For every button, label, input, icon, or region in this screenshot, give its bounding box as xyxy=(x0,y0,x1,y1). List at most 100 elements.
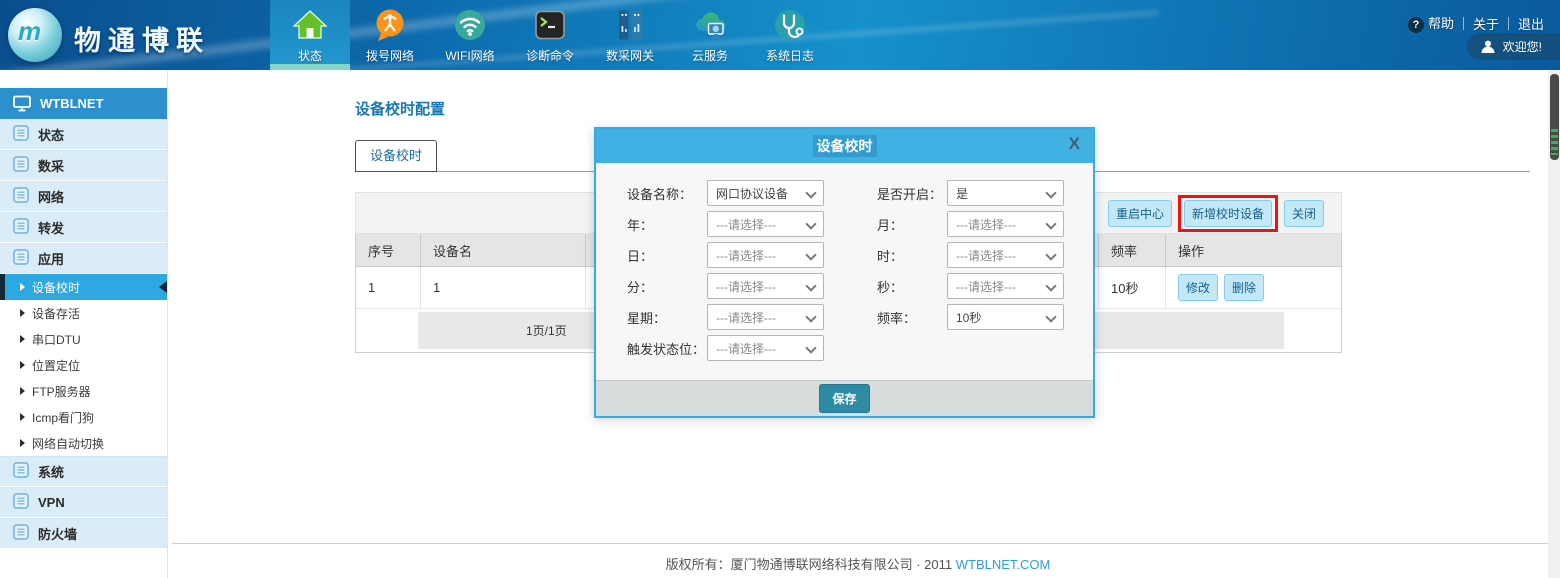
triangle-icon xyxy=(20,309,25,317)
sidebar-item-network[interactable]: 网络 xyxy=(0,181,167,212)
sidebar-subitem-network-switch[interactable]: 网络自动切换 xyxy=(0,430,167,456)
device-name-select[interactable]: 网口协议设备 xyxy=(707,180,824,206)
nav-item-cloud-service[interactable]: 云服务 xyxy=(670,0,750,70)
sidebar-item-system[interactable]: 系统 xyxy=(0,456,167,487)
week-select[interactable]: ---请选择--- xyxy=(707,304,824,330)
year-select[interactable]: ---请选择--- xyxy=(707,211,824,237)
stethoscope-icon xyxy=(772,5,808,45)
sidebar-item-label: 应用 xyxy=(38,249,64,268)
nav-item-data-gateway[interactable]: 数采网关 xyxy=(590,0,670,70)
sidebar-subitem-ftp-server[interactable]: FTP服务器 xyxy=(0,378,167,404)
selected-value: ---请选择--- xyxy=(716,340,776,357)
day-label: 日： xyxy=(627,246,707,265)
wifi-icon xyxy=(452,5,488,45)
hour-select[interactable]: ---请选择--- xyxy=(947,242,1064,268)
grid-icon xyxy=(13,249,29,268)
day-select[interactable]: ---请选择--- xyxy=(707,242,824,268)
sidebar-title: WTBLNET xyxy=(40,96,104,111)
grid-icon xyxy=(13,218,29,237)
nav-item-status[interactable]: 状态 xyxy=(270,0,350,70)
user-icon xyxy=(1480,39,1496,55)
help-link[interactable]: ?帮助 xyxy=(1408,13,1454,33)
enable-select[interactable]: 是 xyxy=(947,180,1064,206)
hour-label: 时： xyxy=(877,246,947,265)
welcome-badge[interactable]: 欢迎您! xyxy=(1467,33,1560,60)
sidebar-subitem-label: 设备校时 xyxy=(32,279,80,296)
footer-link[interactable]: WTBLNET.COM xyxy=(956,557,1051,572)
column-header: 设备名 xyxy=(421,234,586,266)
sidebar-item-label: 状态 xyxy=(38,125,64,144)
sidebar-subitem-device-alive[interactable]: 设备存活 xyxy=(0,300,167,326)
form-row: 触发状态位：---请选择--- xyxy=(627,335,1093,361)
minute-select[interactable]: ---请选择--- xyxy=(707,273,824,299)
selected-value: ---请选择--- xyxy=(716,278,776,295)
nav-item-diagnose-cmd[interactable]: 诊断命令 xyxy=(510,0,590,70)
highlight-annotation: 新增校时设备 xyxy=(1178,195,1278,232)
grid-icon xyxy=(13,462,29,481)
form-row: 年：---请选择---月：---请选择--- xyxy=(627,211,1093,237)
month-select[interactable]: ---请选择--- xyxy=(947,211,1064,237)
sidebar-subitem-label: FTP服务器 xyxy=(32,383,91,400)
page-indicator: 1页/1页 xyxy=(526,322,567,339)
sidebar-subitem-location[interactable]: 位置定位 xyxy=(0,352,167,378)
sidebar-menu: 状态数采网络转发应用设备校时设备存活串口DTU 位置定位 FTP服务器 Icmp看门狗… xyxy=(0,119,167,549)
terminal-icon xyxy=(532,5,568,45)
sidebar-item-status[interactable]: 状态 xyxy=(0,119,167,150)
dialog-title: 设备校时 xyxy=(813,135,877,157)
grid-icon xyxy=(13,156,29,175)
sidebar-item-data-collect[interactable]: 数采 xyxy=(0,150,167,181)
triangle-icon xyxy=(20,361,25,369)
nav-item-label: 云服务 xyxy=(692,47,728,64)
footer-divider xyxy=(172,543,1560,544)
sidebar-subitem-device-timing[interactable]: 设备校时 xyxy=(0,274,167,300)
table-cell: 10秒 xyxy=(1099,267,1166,308)
form-row: 设备名称：网口协议设备是否开启：是 xyxy=(627,180,1093,206)
selected-value: ---请选择--- xyxy=(716,216,776,233)
triangle-icon xyxy=(20,335,25,343)
enable-label: 是否开启： xyxy=(877,184,947,203)
sidebar-item-vpn[interactable]: VPN xyxy=(0,487,167,518)
nav-item-label: 诊断命令 xyxy=(526,47,574,64)
sidebar: WTBLNET 状态数采网络转发应用设备校时设备存活串口DTU 位置定位 FTP服务… xyxy=(0,70,168,578)
grid-icon xyxy=(13,524,29,543)
modify-button[interactable]: 修改 xyxy=(1178,274,1218,301)
save-button[interactable]: 保存 xyxy=(819,384,869,413)
sidebar-subitem-serial-dtu[interactable]: 串口DTU xyxy=(0,326,167,352)
scrollbar-thumb[interactable] xyxy=(1550,74,1559,160)
tab-device-timing[interactable]: 设备校时 xyxy=(355,140,437,172)
trigger-status-select[interactable]: ---请选择--- xyxy=(707,335,824,361)
nav-item-label: 系统日志 xyxy=(766,47,814,64)
dialog-header[interactable]: 设备校时 X xyxy=(596,129,1093,163)
monitor-icon xyxy=(13,95,31,112)
form-row: 星期：---请选择---频率：10秒 xyxy=(627,304,1093,330)
triangle-icon xyxy=(20,283,25,291)
sidebar-item-app[interactable]: 应用 xyxy=(0,243,167,274)
restart-center-button[interactable]: 重启中心 xyxy=(1108,200,1172,227)
add-timing-device-button[interactable]: 新增校时设备 xyxy=(1184,200,1272,227)
selected-value: ---请选择--- xyxy=(956,216,1016,233)
close-icon[interactable]: X xyxy=(1069,135,1080,152)
sidebar-item-firewall[interactable]: 防火墙 xyxy=(0,518,167,549)
scrollbar-track[interactable] xyxy=(1548,70,1560,578)
about-link[interactable]: 关于 xyxy=(1473,14,1499,33)
sidebar-subitem-label: 位置定位 xyxy=(32,357,80,374)
minute-label: 分： xyxy=(627,277,707,296)
nav-item-dial-network[interactable]: 拨号网络 xyxy=(350,0,430,70)
gateway-icon xyxy=(612,5,648,45)
triangle-icon xyxy=(20,413,25,421)
sidebar-item-label: 数采 xyxy=(38,156,64,175)
nav-item-label: 状态 xyxy=(298,47,322,64)
footer: 版权所有：厦门物通博联网络科技有限公司 · 2011 WTBLNET.COM xyxy=(168,554,1548,573)
second-select[interactable]: ---请选择--- xyxy=(947,273,1064,299)
triangle-icon xyxy=(20,387,25,395)
user-links: ?帮助 关于 退出 xyxy=(1408,13,1544,33)
nav-item-system-log[interactable]: 系统日志 xyxy=(750,0,830,70)
sidebar-subitem-icmp-watchdog[interactable]: Icmp看门狗 xyxy=(0,404,167,430)
close-button[interactable]: 关闭 xyxy=(1284,200,1324,227)
frequency-select[interactable]: 10秒 xyxy=(947,304,1064,330)
nav-item-wifi-network[interactable]: WIFI网络 xyxy=(430,0,510,70)
delete-button[interactable]: 删除 xyxy=(1224,274,1264,301)
week-label: 星期： xyxy=(627,308,707,327)
sidebar-item-forward[interactable]: 转发 xyxy=(0,212,167,243)
logout-link[interactable]: 退出 xyxy=(1518,14,1544,33)
